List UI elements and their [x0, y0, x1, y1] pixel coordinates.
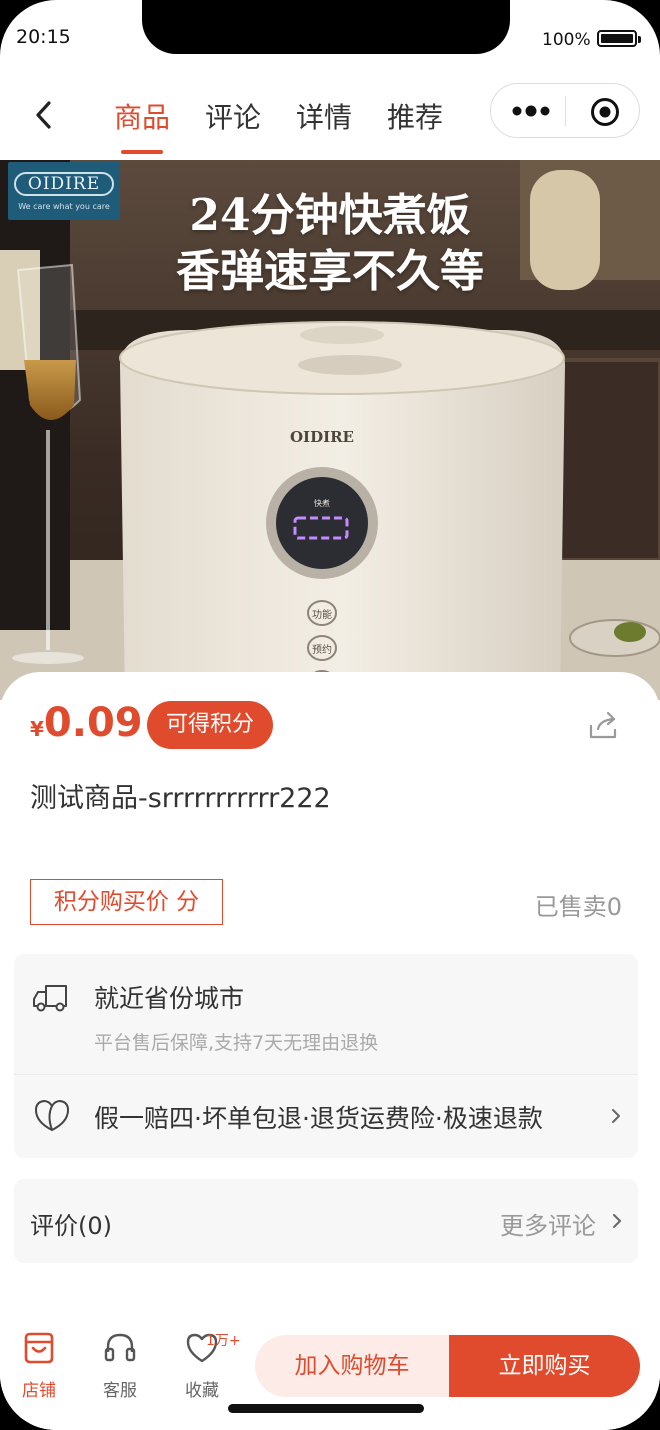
back-arrow-icon[interactable]	[30, 97, 60, 133]
chevron-right-icon[interactable]	[611, 1212, 623, 1230]
sold-count: 已售卖0	[534, 893, 622, 921]
product-title: 测试商品-srrrrrrrrrrr222	[30, 783, 331, 814]
share-icon[interactable]	[586, 708, 620, 742]
shop-icon	[24, 1332, 54, 1364]
hero-headline-line-2: 香弹速享不久等	[176, 246, 484, 297]
battery-icon	[597, 30, 641, 47]
battery-percent: 100%	[542, 30, 591, 50]
bottom-action-bar: 店铺 客服 收藏 1万+ 加入购物车 立即购买	[0, 1320, 660, 1430]
hero-headline-line-1: 24分钟快煮饭	[189, 190, 471, 241]
device-button-2: 预约	[312, 643, 332, 656]
device-button-1: 功能	[312, 608, 332, 621]
headset-icon	[104, 1333, 136, 1362]
status-time: 20:15	[16, 26, 71, 48]
tab-product[interactable]: 商品	[114, 96, 170, 136]
delivery-truck-icon	[33, 985, 67, 1012]
buy-now-button[interactable]: 立即购买	[449, 1335, 640, 1397]
more-reviews-link[interactable]: 更多评论	[500, 1206, 596, 1241]
points-earn-badge: 可得积分	[147, 701, 273, 749]
review-card[interactable]: 评价(0) 更多评论	[14, 1179, 638, 1263]
currency-symbol: ¥	[30, 717, 44, 741]
guarantee-shield-icon	[34, 1099, 70, 1132]
phone-screen: 20:15 100% 商品 评论 详情 推荐 OIDIRE 快煮 功能 预约 O…	[0, 0, 660, 1430]
chevron-right-icon[interactable]	[610, 1107, 622, 1125]
after-sale-policy: 平台售后保障,支持7天无理由退换	[94, 1032, 379, 1054]
divider	[14, 1074, 638, 1075]
close-miniprogram-icon[interactable]	[589, 96, 621, 128]
tab-recommend[interactable]: 推荐	[387, 96, 443, 136]
more-dots-icon[interactable]	[511, 100, 551, 122]
home-indicator	[228, 1404, 424, 1413]
review-count: 评价(0)	[30, 1212, 112, 1240]
device-mode-text: 快煮	[314, 498, 330, 508]
device-brand-text: OIDIRE	[290, 428, 354, 446]
tab-details[interactable]: 详情	[296, 96, 352, 136]
product-info-sheet: ¥0.09 可得积分 测试商品-srrrrrrrrrrr222 积分购买价 分 …	[0, 672, 660, 1430]
active-tab-indicator	[121, 150, 163, 154]
add-to-cart-button[interactable]: 加入购物车	[255, 1335, 449, 1397]
delivery-location: 就近省份城市	[94, 984, 245, 1013]
points-price-tag: 积分购买价 分	[30, 879, 223, 925]
top-nav-bar: 商品 评论 详情 推荐	[0, 72, 660, 160]
tab-reviews[interactable]: 评论	[205, 96, 261, 136]
favorite-count-badge: 1万+	[206, 1333, 241, 1349]
guarantee-row[interactable]: 假一赔四·坏单包退·退货运费险·极速退款	[94, 1099, 543, 1135]
product-price: ¥0.09	[30, 700, 143, 746]
miniprogram-capsule	[490, 83, 640, 138]
hero-headline: 24分钟快煮饭 香弹速享不久等	[0, 188, 660, 300]
camera-notch	[142, 0, 510, 54]
price-value: 0.09	[43, 700, 143, 746]
service-card: 就近省份城市 平台售后保障,支持7天无理由退换 假一赔四·坏单包退·退货运费险·…	[14, 954, 638, 1158]
status-bar: 20:15 100%	[0, 0, 660, 72]
product-hero-image[interactable]: OIDIRE 快煮 功能 预约 OIDIRE We care what you …	[0, 160, 660, 700]
